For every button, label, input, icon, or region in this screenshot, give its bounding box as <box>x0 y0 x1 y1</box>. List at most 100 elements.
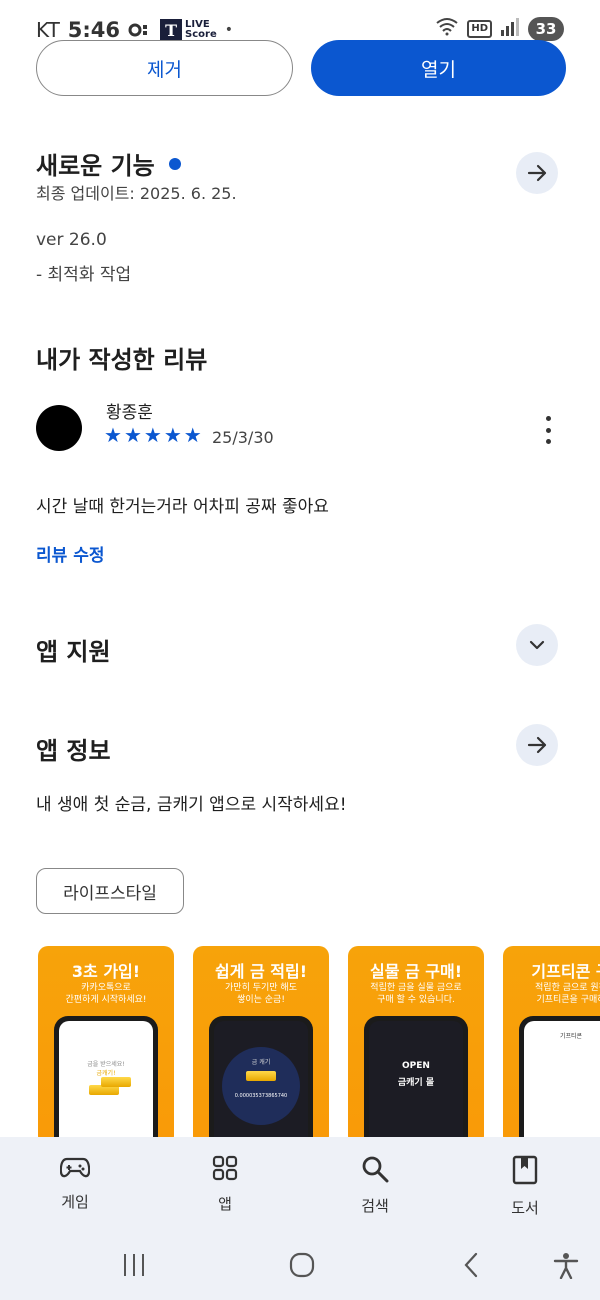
app-action-buttons: 제거 열기 <box>36 40 566 96</box>
recent-apps-button[interactable] <box>120 1251 148 1283</box>
star-rating: ★ ★ ★ ★ ★ <box>104 425 202 445</box>
app-screenshot[interactable]: 기프티콘 구 적립한 금으로 원하 기프티콘을 구매하 기프티콘 <box>503 946 600 1146</box>
carrier-label: KT <box>36 18 60 42</box>
book-icon <box>512 1155 538 1185</box>
app-screenshot[interactable]: 3초 가입! 카카오톡으로 간편하게 시작하세요! 금을 받으세요! 금캐기! <box>38 946 174 1146</box>
star-icon: ★ <box>163 423 182 447</box>
gold-bar-icon <box>246 1071 276 1081</box>
system-navigation-bar <box>0 1235 600 1300</box>
new-indicator-dot <box>168 157 181 170</box>
live-score-letter: T <box>160 19 183 41</box>
app-screenshot[interactable]: 실물 금 구매! 적립한 금을 실물 금으로 구매 할 수 있습니다. OPEN… <box>348 946 484 1146</box>
back-button[interactable] <box>458 1251 486 1283</box>
reviewer-name: 황종훈 <box>106 403 153 423</box>
screenshot-subtitle-line: 적립한 금을 실물 금으로 <box>370 983 462 993</box>
notification-dot-icon: • <box>224 22 233 38</box>
phone-screen: 금을 받으세요! 금캐기! <box>59 1021 153 1146</box>
screen-text: 금캐기! <box>96 1070 116 1077</box>
chevron-down-icon <box>529 640 545 650</box>
gold-bar-icon <box>101 1077 131 1087</box>
phone-mockup: 금 캐기 0.000035373865740 <box>209 1016 313 1146</box>
screenshot-title: 3초 가입! <box>71 962 141 981</box>
bottom-navigation: 게임 앱 검색 도서 <box>0 1137 600 1235</box>
home-icon <box>289 1252 315 1278</box>
back-icon <box>464 1252 478 1278</box>
nav-apps[interactable]: 앱 <box>150 1137 300 1235</box>
screenshot-subtitle: 가만히 두기만 해도 쌓이는 순금! <box>193 982 329 1006</box>
screenshot-subtitle-line: 기프티콘을 구매하 <box>536 995 600 1005</box>
status-left: KT 5:46 T LIVE Score • <box>36 18 233 42</box>
arrow-right-icon <box>527 164 547 182</box>
screenshot-subtitle: 카카오톡으로 간편하게 시작하세요! <box>38 982 174 1006</box>
phone-screen: 기프티콘 <box>524 1021 600 1146</box>
accessibility-icon <box>553 1253 579 1280</box>
live-score-icon: T LIVE Score <box>160 19 217 41</box>
avatar <box>36 405 82 451</box>
arrow-right-icon <box>527 736 547 754</box>
star-icon: ★ <box>123 423 142 447</box>
home-button[interactable] <box>288 1251 316 1283</box>
nav-search[interactable]: 검색 <box>300 1137 450 1235</box>
whats-new-title: 새로운 기능 <box>36 152 155 180</box>
version-text: ver 26.0 <box>36 230 107 250</box>
screenshot-title: 실물 금 구매! <box>369 962 463 981</box>
screenshot-subtitle-line: 카카오톡으로 <box>81 983 131 993</box>
battery-icon: 33 <box>528 16 564 41</box>
screen-text: 0.000035373865740 <box>234 1093 288 1099</box>
open-button[interactable]: 열기 <box>311 40 566 96</box>
release-note: - 최적화 작업 <box>36 265 132 285</box>
screenshot-subtitle-line: 적립한 금으로 원하 <box>535 983 600 993</box>
screenshot-subtitle-line: 가만히 두기만 해도 <box>225 983 297 993</box>
screenshot-subtitle: 적립한 금으로 원하 기프티콘을 구매하 <box>503 982 600 1006</box>
gamepad-icon <box>60 1157 90 1178</box>
screen-text: 금캐기 몰 <box>397 1078 435 1088</box>
more-options-icon[interactable] <box>538 416 558 444</box>
screen-text: OPEN <box>402 1061 430 1071</box>
star-icon: ★ <box>183 423 202 447</box>
edit-review-link[interactable]: 리뷰 수정 <box>36 541 104 566</box>
phone-mockup: OPEN 금캐기 몰 <box>364 1016 468 1146</box>
app-support-expand-button[interactable] <box>516 624 558 666</box>
review-date: 25/3/30 <box>212 428 274 447</box>
screenshot-subtitle-line: 간편하게 시작하세요! <box>65 995 147 1005</box>
nav-label-apps: 앱 <box>218 1195 232 1213</box>
star-icon: ★ <box>143 423 162 447</box>
recent-apps-icon <box>124 1254 144 1276</box>
phone-mockup: 금을 받으세요! 금캐기! <box>54 1016 158 1146</box>
review-text: 시간 날때 한거는거라 어차피 공짜 좋아요 <box>36 497 329 517</box>
category-chip[interactable]: 라이프스타일 <box>36 868 184 914</box>
nav-books[interactable]: 도서 <box>450 1137 600 1235</box>
apps-grid-icon <box>212 1155 238 1181</box>
phone-mockup: 기프티콘 <box>519 1016 600 1146</box>
screenshot-title: 기프티콘 구 <box>531 962 600 981</box>
app-description: 내 생애 첫 순금, 금캐기 앱으로 시작하세요! <box>36 795 347 815</box>
accessibility-button[interactable] <box>552 1251 580 1283</box>
nav-label-search: 검색 <box>361 1197 389 1215</box>
screen-text: 기프티콘 <box>559 1033 583 1040</box>
last-updated-date: 최종 업데이트: 2025. 6. 25. <box>36 184 237 203</box>
app-info-title[interactable]: 앱 정보 <box>36 731 111 766</box>
screenshot-subtitle: 적립한 금을 실물 금으로 구매 할 수 있습니다. <box>348 982 484 1006</box>
app-info-arrow-button[interactable] <box>516 724 558 766</box>
nav-games[interactable]: 게임 <box>0 1137 150 1235</box>
my-review-title: 내가 작성한 리뷰 <box>36 346 208 374</box>
hd-voice-icon: HD <box>467 19 492 38</box>
uninstall-button[interactable]: 제거 <box>36 40 293 96</box>
gold-counter-circle: 금 캐기 0.000035373865740 <box>222 1047 300 1125</box>
nav-label-books: 도서 <box>511 1199 539 1217</box>
phone-screen: OPEN 금캐기 몰 <box>369 1021 463 1146</box>
live-score-text-2: Score <box>185 29 217 40</box>
screen-text: 금을 받으세요! <box>87 1061 125 1068</box>
whats-new-header[interactable]: 새로운 기능 <box>36 146 181 181</box>
signal-icon <box>500 17 520 41</box>
live-score-text: LIVE Score <box>185 20 217 40</box>
star-icon: ★ <box>104 423 122 447</box>
screenshot-title: 쉽게 금 적립! <box>214 962 308 981</box>
screenshot-subtitle-line: 쌓이는 순금! <box>237 995 285 1005</box>
app-screenshot[interactable]: 쉽게 금 적립! 가만히 두기만 해도 쌓이는 순금! 금 캐기 0.00003… <box>193 946 329 1146</box>
nav-label-games: 게임 <box>61 1193 89 1211</box>
phone-screen: 금 캐기 0.000035373865740 <box>214 1021 308 1146</box>
whats-new-arrow-button[interactable] <box>516 152 558 194</box>
app-support-title[interactable]: 앱 지원 <box>36 632 111 667</box>
screen-text: 금 캐기 <box>251 1059 271 1066</box>
